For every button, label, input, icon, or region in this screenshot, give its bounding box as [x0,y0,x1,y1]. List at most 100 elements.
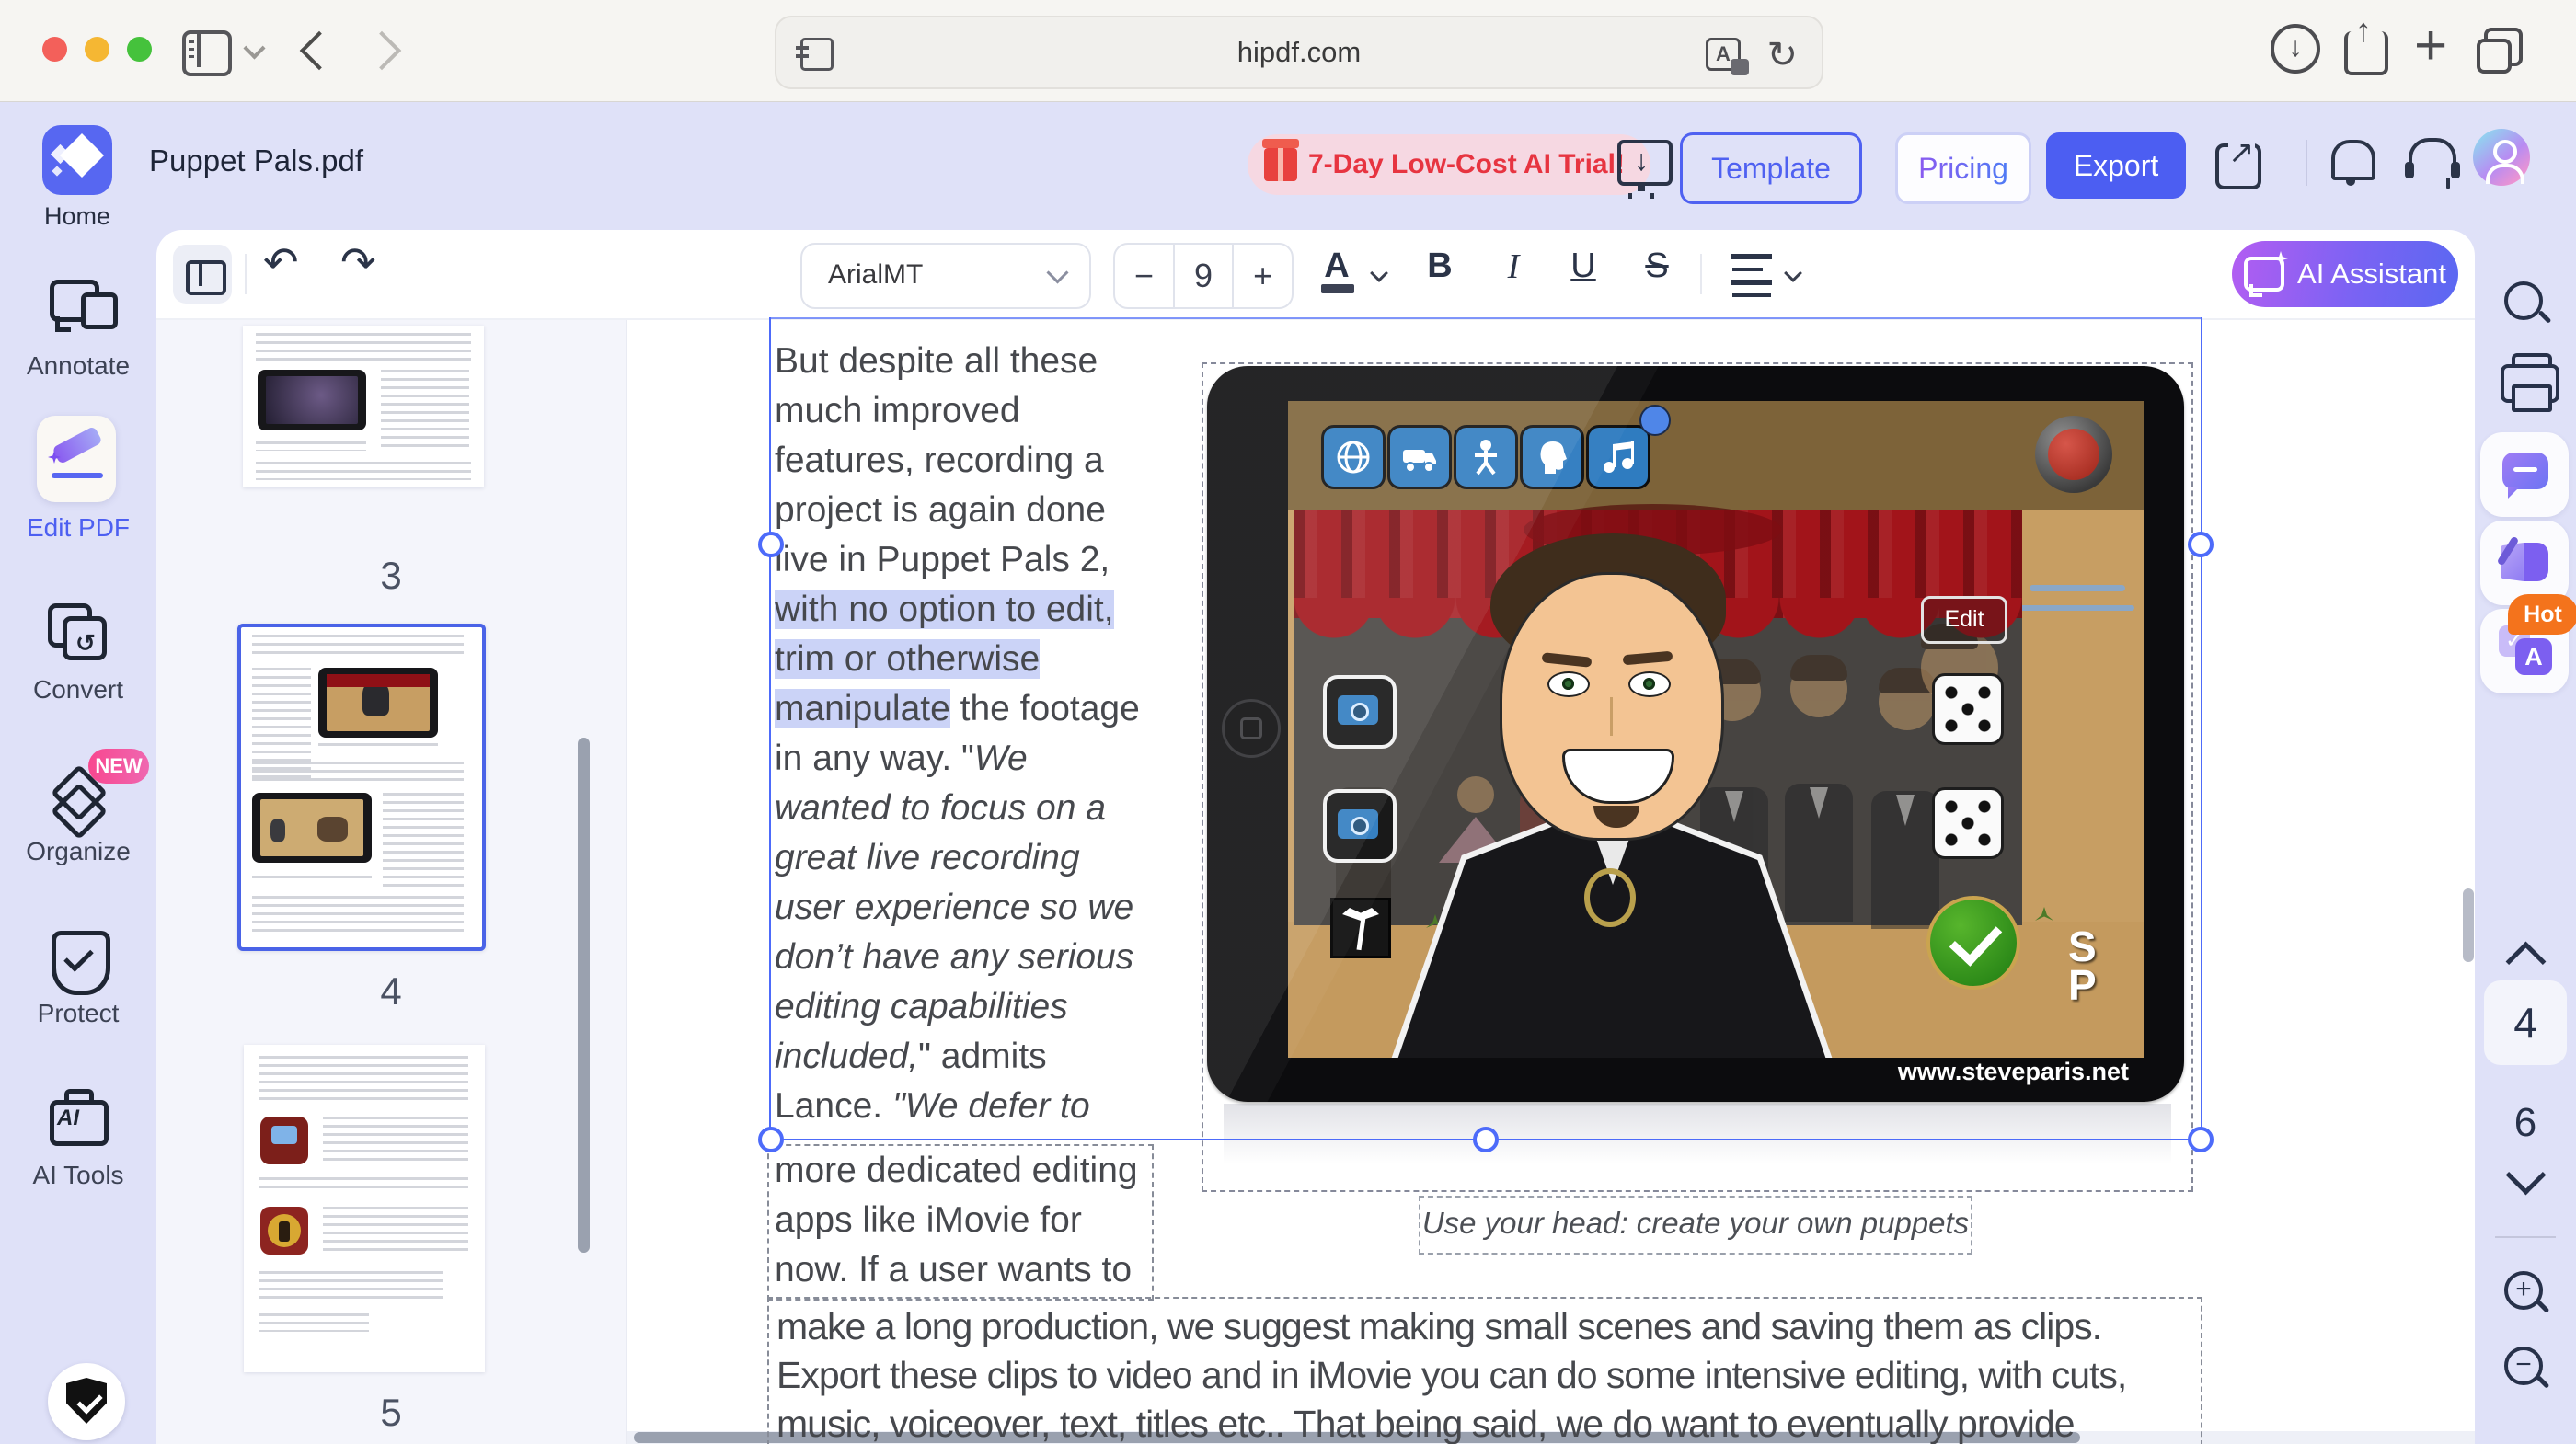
selection-handle-left[interactable] [758,532,784,557]
text-color-button[interactable]: A [1314,246,1360,286]
comment-tool-button[interactable] [2480,432,2569,517]
chevron-down-icon[interactable] [1784,264,1802,282]
user-avatar[interactable] [2473,129,2530,186]
thumb-image [258,370,366,430]
notifications-bell-icon[interactable] [2331,140,2375,180]
thumb-text [252,896,464,933]
page-thumbnail-5[interactable] [244,1045,485,1372]
font-family-select[interactable]: ArialMT [800,243,1091,309]
tab-overview-icon[interactable] [2484,28,2523,66]
chevron-down-icon[interactable] [243,37,265,59]
confirm-check-button [1926,896,2020,990]
close-window-button[interactable] [42,37,67,62]
document-image-ipad[interactable]: Edit SP www.steveparis.net [1207,366,2184,1102]
pricing-button[interactable]: Pricing [1895,132,2031,204]
translate-icon: A [2515,638,2552,675]
current-page-indicator[interactable]: 4 [2484,980,2567,1065]
back-button[interactable] [300,31,339,70]
chevron-down-icon[interactable] [1370,264,1388,282]
thumb-text [381,370,469,451]
downloads-icon[interactable]: ↓ [2271,24,2320,74]
trial-banner-label: 7-Day Low-Cost AI Trial! [1308,149,1625,180]
image-caption[interactable]: Use your head: create your own puppets [1419,1196,1972,1255]
page-thumbnail-4-selected[interactable] [237,624,486,951]
bold-button[interactable]: B [1417,246,1463,286]
italic-button[interactable]: I [1490,246,1536,287]
minimize-window-button[interactable] [85,37,109,62]
redo-icon[interactable]: ↷ [340,237,376,287]
document-text-column[interactable]: But despite all thesemuch improvedfeatur… [775,337,1170,1131]
selection-handle-right[interactable] [2188,532,2214,557]
camera-icon [1323,675,1397,749]
underline-button[interactable]: U [1560,246,1606,286]
thumbnail-scrollbar[interactable] [578,738,590,1253]
sidebar-item-edit-pdf[interactable] [37,416,116,502]
font-size-decrease[interactable]: − [1115,245,1173,307]
browser-sidebar-toggle-icon[interactable] [182,30,232,76]
puppet-head [1879,673,1936,730]
sidebar-item-annotate[interactable] [40,276,114,333]
template-button[interactable]: Template [1680,132,1862,204]
browser-chrome: hipdf.com A ↻ ↓ + [0,0,2576,102]
character-face [1483,533,1741,852]
app-window: hipdf.com A ↻ ↓ + Home Puppet Pals.pdf 7… [0,0,2576,1444]
trust-badge-icon[interactable] [48,1363,125,1440]
selection-handle-bottom-center[interactable] [1473,1127,1499,1152]
ai-tools-text: AI [57,1106,79,1131]
address-bar[interactable]: hipdf.com A ↻ [775,16,1823,89]
zoom-in-icon[interactable]: + [2504,1271,2543,1310]
previous-page-button[interactable] [2506,942,2547,982]
support-headset-icon[interactable] [2409,138,2456,178]
sidebar-item-convert[interactable]: ↺ [48,603,112,662]
water-line [2017,605,2134,611]
search-icon[interactable] [2504,281,2543,320]
selection-left-edge [769,317,771,1140]
thumbnail-panel-toggle[interactable] [173,245,232,304]
sidebar-item-protect[interactable] [52,931,109,991]
document-bottom-paragraph[interactable]: make a long production, we suggest makin… [767,1297,2202,1444]
sidebar-item-home[interactable]: Home [17,202,138,231]
vertical-scrollbar[interactable] [2463,888,2474,962]
home-app-logo[interactable] [42,125,112,195]
trial-banner[interactable]: 7-Day Low-Cost AI Trial! [1248,134,1650,195]
ai-read-tool-button[interactable] [2480,521,2569,605]
watermark-url: www.steveparis.net [1898,1058,2129,1086]
fullscreen-window-button[interactable] [127,37,152,62]
reload-icon[interactable]: ↻ [1766,34,1798,76]
sidebar-label-annotate[interactable]: Annotate [0,351,156,381]
sidebar-item-ai-tools[interactable]: AI [50,1089,110,1146]
share-document-icon[interactable] [2215,143,2261,189]
download-desktop-icon[interactable] [1617,140,1673,186]
thumb-caption [318,743,438,751]
export-button[interactable]: Export [2046,132,2186,199]
url-text: hipdf.com [776,36,1822,69]
sidebar-label-protect[interactable]: Protect [0,999,156,1028]
share-icon[interactable] [2344,31,2388,75]
ai-assistant-button[interactable]: AI Assistant [2232,241,2458,307]
sidebar-label-ai-tools[interactable]: AI Tools [0,1161,156,1190]
zoom-out-icon[interactable]: − [2504,1347,2543,1385]
sidebar-label-convert[interactable]: Convert [0,675,156,705]
alignment-button[interactable] [1731,254,1772,259]
sidebar-label-organize[interactable]: Organize [0,837,156,866]
page-thumbnail-3[interactable] [243,326,484,487]
new-tab-icon[interactable]: + [2414,13,2447,78]
edit-pdf-pencil-icon [52,426,102,464]
font-family-value: ArialMT [828,259,923,291]
strikethrough-button[interactable]: S [1634,246,1680,286]
document-text-box[interactable]: more dedicated editingapps like iMovie f… [767,1144,1154,1301]
sidebar-label-edit-pdf[interactable]: Edit PDF [0,513,156,543]
edit-pdf-underline [52,473,103,478]
selection-handle-bottom-left[interactable] [758,1127,784,1152]
thumb-text [259,1271,443,1299]
selection-handle-bottom-right[interactable] [2188,1127,2214,1152]
translate-icon[interactable]: A [1706,38,1741,71]
character-chain [1584,868,1636,927]
undo-icon[interactable]: ↶ [263,237,299,287]
thumb-text [256,462,471,480]
print-icon[interactable] [2501,364,2559,403]
font-size-value[interactable]: 9 [1173,245,1233,307]
thumb-image [252,793,372,863]
font-size-increase[interactable]: + [1232,245,1292,307]
next-page-button[interactable] [2506,1155,2547,1196]
